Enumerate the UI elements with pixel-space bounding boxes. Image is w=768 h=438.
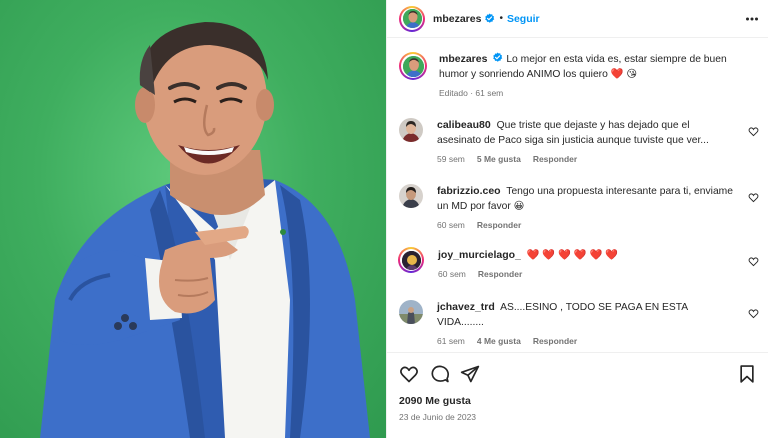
- verified-badge-icon: [493, 52, 503, 62]
- commenter-avatar[interactable]: [398, 247, 424, 273]
- author-avatar[interactable]: [399, 5, 425, 32]
- heart-icon[interactable]: [748, 308, 759, 319]
- comment-icon[interactable]: [430, 364, 450, 384]
- commenter-avatar[interactable]: [399, 118, 423, 142]
- follow-button[interactable]: Seguir: [507, 13, 540, 25]
- reply-button[interactable]: Responder: [477, 220, 521, 230]
- comment-time: 61 sem: [437, 336, 465, 346]
- comment-item: calibeau80 Que triste que dejaste y has …: [399, 118, 759, 164]
- like-heart-icon[interactable]: [399, 364, 419, 384]
- reply-button[interactable]: Responder: [533, 336, 577, 346]
- post-photo[interactable]: [0, 0, 386, 438]
- avatar-face-illustration: [402, 55, 424, 77]
- heart-icon[interactable]: [748, 126, 759, 137]
- commenter-username[interactable]: calibeau80: [437, 119, 491, 131]
- commenter-username[interactable]: fabrizzio.ceo: [437, 185, 501, 197]
- bookmark-icon[interactable]: [737, 364, 757, 384]
- comment-text: ❤️ ❤️ ❤️ ❤️ ❤️ ❤️: [526, 250, 618, 261]
- avatar-photo-illustration: [399, 300, 423, 324]
- heart-icon[interactable]: [748, 192, 759, 203]
- caption-meta: Editado · 61 sem: [439, 88, 504, 98]
- comment-time: 60 sem: [438, 269, 466, 279]
- comment-item: fabrizzio.ceo Tengo una propuesta intere…: [399, 184, 759, 230]
- share-icon[interactable]: [460, 364, 480, 384]
- comment-likes-count[interactable]: 5 Me gusta: [477, 154, 521, 164]
- commenter-username[interactable]: jchavez_trd: [437, 301, 495, 313]
- author-username[interactable]: mbezares: [433, 13, 481, 25]
- reply-button[interactable]: Responder: [533, 154, 577, 164]
- avatar-photo-illustration: [401, 250, 421, 270]
- commenter-avatar[interactable]: [399, 184, 423, 208]
- caption-username[interactable]: mbezares: [439, 53, 487, 65]
- post-photo-illustration: [40, 22, 370, 438]
- heart-icon[interactable]: [748, 256, 759, 267]
- more-options-icon[interactable]: [745, 12, 759, 26]
- commenter-username[interactable]: joy_murcielago_: [438, 249, 521, 261]
- header-separator: •: [499, 13, 503, 24]
- post-likes-count[interactable]: 2090 Me gusta: [399, 395, 471, 407]
- post-header: mbezares • Seguir: [387, 0, 768, 38]
- comment-time: 59 sem: [437, 154, 465, 164]
- avatar-photo-illustration: [399, 184, 423, 208]
- avatar-photo-illustration: [399, 118, 423, 142]
- commenter-avatar[interactable]: [399, 300, 423, 324]
- comment-item: joy_murcielago_ ❤️ ❤️ ❤️ ❤️ ❤️ ❤️ 60 sem…: [398, 247, 759, 279]
- post-actions-bar: 2090 Me gusta 23 de Junio de 2023: [387, 352, 768, 438]
- post-side-panel: mbezares • Seguir mbezares Lo mejor en e…: [386, 0, 768, 438]
- comment-time: 60 sem: [437, 220, 465, 230]
- reply-button[interactable]: Responder: [478, 269, 522, 279]
- post-caption: mbezares Lo mejor en esta vida es, estar…: [399, 52, 759, 98]
- comment-item: jchavez_trd AS....ESINO , TODO SE PAGA E…: [399, 300, 759, 346]
- comment-likes-count[interactable]: 4 Me gusta: [477, 336, 521, 346]
- caption-author-avatar[interactable]: [399, 52, 427, 80]
- instagram-post-view: mbezares • Seguir mbezares Lo mejor en e…: [0, 0, 768, 438]
- verified-badge-icon: [485, 13, 495, 23]
- avatar-face-illustration: [402, 9, 422, 28]
- post-date: 23 de Junio de 2023: [399, 412, 477, 422]
